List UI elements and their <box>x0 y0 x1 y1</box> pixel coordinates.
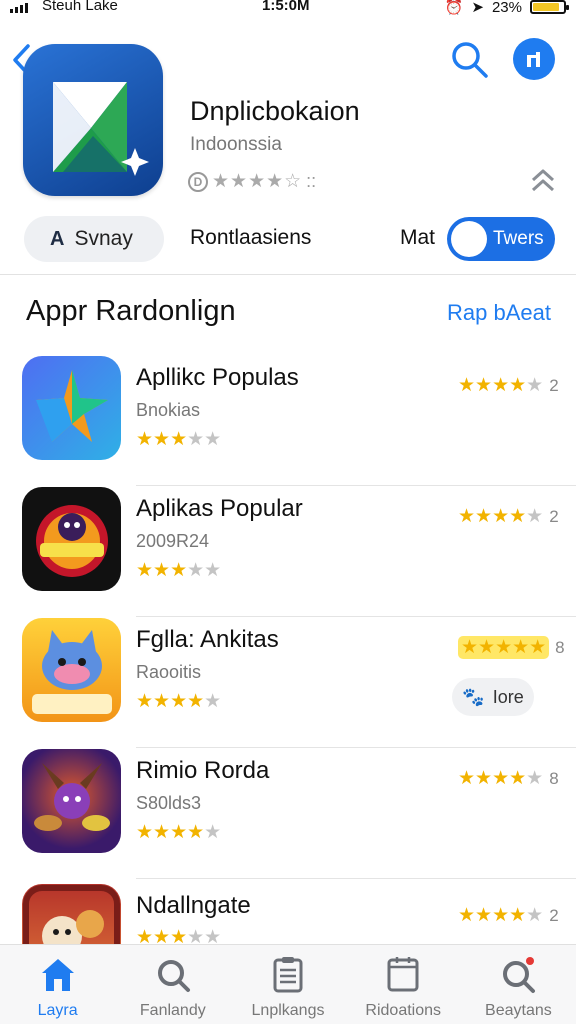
alarm-icon: ⏰ <box>444 0 464 16</box>
tab-lnplkangs[interactable]: Lnplkangs <box>230 945 345 1024</box>
more-label: Iore <box>492 686 524 707</box>
signal-icon <box>10 3 28 13</box>
rating-count: 2 <box>549 375 559 395</box>
share-icon <box>527 52 540 67</box>
app-name: Dnplicbokaion <box>190 96 360 126</box>
star-rating-small: ★★★★★ <box>136 429 222 450</box>
tab-label: Ridoations <box>365 1002 442 1019</box>
star-rating: ★★★★★ 2 <box>458 905 559 926</box>
app-title: Rimio Rorda <box>136 757 270 784</box>
battery-percent: 23% <box>491 0 522 16</box>
app-subtitle: Bnokias <box>136 400 201 420</box>
battery-icon <box>530 0 569 14</box>
tab-label: Beaytans <box>485 1002 552 1019</box>
double-chevron-up-icon[interactable] <box>530 166 556 196</box>
app-thumbnail <box>22 749 121 853</box>
tab-beaytans[interactable]: Beaytans <box>461 945 576 1024</box>
rating-badge: D <box>188 171 208 192</box>
tablet-icon <box>387 957 419 992</box>
share-button[interactable] <box>513 38 555 80</box>
search-icon <box>157 960 190 992</box>
rating-count: 8 <box>555 637 565 657</box>
list-icon <box>273 957 303 993</box>
divider <box>0 274 576 275</box>
app-thumbnail <box>22 487 121 591</box>
tab-fanlandy[interactable]: Fanlandy <box>115 945 230 1024</box>
app-title: Fglla: Ankitas <box>136 626 279 653</box>
app-subtitle: 2009R24 <box>136 531 210 551</box>
chip-label: Svnay <box>74 227 133 250</box>
app-title: Ndallngate <box>136 892 251 919</box>
star-rating-small: ★★★★★ <box>136 822 222 843</box>
rating-stars: ★★★★☆ <box>212 171 303 192</box>
app-title: Aplikas Popular <box>136 495 303 522</box>
rating-count: 2 <box>549 506 559 526</box>
location-icon: ➤ <box>471 0 484 16</box>
row-divider <box>136 878 576 879</box>
star-rating: ★★★★★ 8 <box>458 768 559 789</box>
app-title: Apllikc Populas <box>136 364 299 391</box>
app-icon <box>23 44 163 196</box>
star-rating-small: ★★★★★ <box>136 691 222 712</box>
tab-label: Lnplkangs <box>251 1002 325 1019</box>
toggle-knob <box>451 221 487 257</box>
search-icon[interactable] <box>448 38 490 80</box>
star-rating-small: ★★★★★ <box>136 560 222 581</box>
tab-layra[interactable]: Layra <box>0 945 115 1024</box>
app-thumbnail <box>22 356 121 460</box>
filter-chip[interactable]: A Svnay <box>24 216 164 262</box>
toggle-switch[interactable]: Twers <box>447 217 555 261</box>
tab-label: Fanlandy <box>139 1002 206 1019</box>
list-item[interactable]: Rimio Rorda S80lds3 ★★★★★ ★★★★★ 8 <box>0 745 576 879</box>
home-icon <box>41 959 74 991</box>
app-thumbnail <box>22 618 121 722</box>
search-badge-icon <box>503 957 536 993</box>
carrier-name: Steuh Lake <box>42 0 118 14</box>
app-subtitle: Indoonssia <box>190 134 282 155</box>
rating-count: 2 <box>549 905 559 925</box>
star-rating: ★★★★★ 2 <box>458 375 559 396</box>
list-item[interactable]: Aplikas Popular 2009R24 ★★★★★ ★★★★★ 2 <box>0 483 576 617</box>
status-bar: Steuh Lake 1:5:0M ⏰ ➤ 23% <box>0 0 576 16</box>
more-button[interactable]: 🐾 Iore <box>452 678 534 716</box>
star-rating: ★★★★★ 2 <box>458 506 559 527</box>
mat-label: Mat <box>400 226 436 249</box>
app-subtitle: S80lds3 <box>136 793 202 813</box>
star-rating: ★★★★★ 8 <box>458 636 565 659</box>
section-title: Appr Rardonlign <box>26 295 236 327</box>
rating-suffix: :: <box>306 171 317 191</box>
tab-label: Layra <box>37 1002 78 1019</box>
app-subtitle: Raooitis <box>136 662 202 682</box>
rating-count: 8 <box>549 768 559 788</box>
status-time: 1:5:0M <box>262 0 310 14</box>
see-all-link[interactable]: Rap bAeat <box>447 300 551 326</box>
list-item[interactable]: Apllikc Populas Bnokias ★★★★★ ★★★★★ 2 <box>0 352 576 486</box>
chip-icon: A <box>50 227 65 250</box>
list-item[interactable]: Fglla: Ankitas Raooitis ★★★★★ ★★★★★ 8 🐾 I… <box>0 614 576 748</box>
app-rating: D ★★★★☆ :: <box>188 170 316 193</box>
tab-bar: Layra Fanlandy Lnplkangs Ridoations Beay… <box>0 944 576 1024</box>
paw-icon: 🐾 <box>462 686 485 707</box>
segment-label[interactable]: Rontlaasiens <box>190 226 311 250</box>
filter-row: A Svnay Rontlaasiens Mat Twers <box>0 216 576 262</box>
toggle-label: Twers <box>493 228 544 249</box>
tab-ridoations[interactable]: Ridoations <box>346 945 461 1024</box>
